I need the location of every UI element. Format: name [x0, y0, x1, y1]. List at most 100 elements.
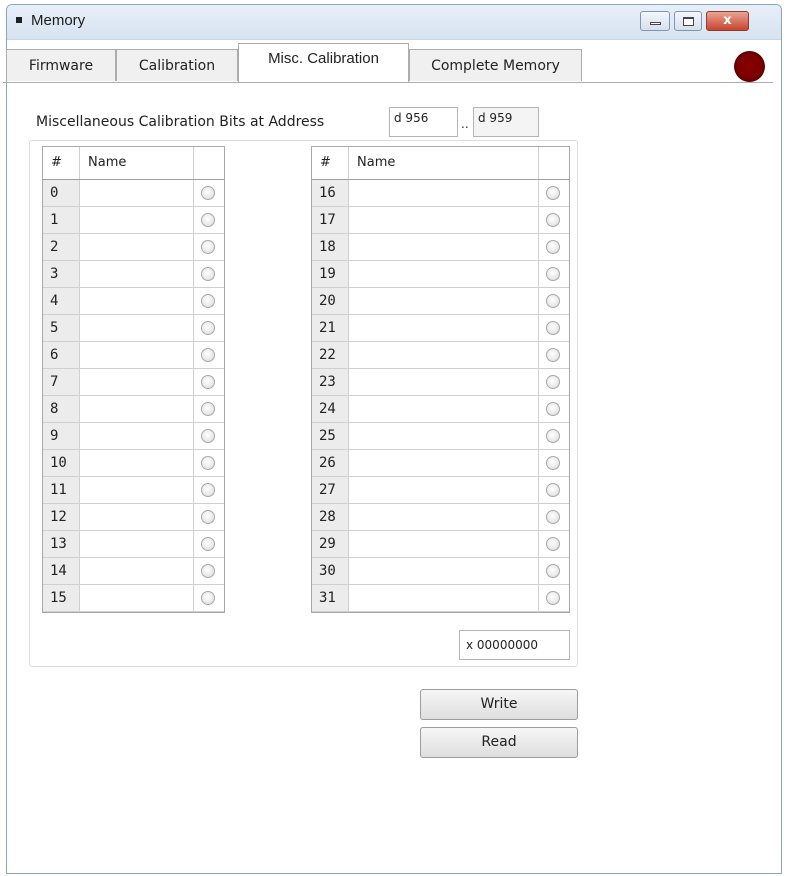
bit-radio[interactable] — [201, 591, 215, 605]
bit-radio[interactable] — [546, 483, 560, 497]
bit-radio[interactable] — [201, 294, 215, 308]
bit-row: 20 — [312, 288, 569, 315]
bit-row: 12 — [43, 504, 224, 531]
bit-value-cell — [539, 315, 569, 341]
bit-number: 13 — [43, 531, 80, 557]
tab-firmware[interactable]: Firmware — [6, 49, 116, 81]
bit-name-cell[interactable] — [349, 504, 539, 530]
bit-name-cell[interactable] — [80, 531, 194, 557]
minimize-button[interactable] — [640, 11, 670, 31]
bit-name-cell[interactable] — [80, 180, 194, 206]
bit-name-cell[interactable] — [349, 531, 539, 557]
bit-row: 14 — [43, 558, 224, 585]
bit-radio[interactable] — [201, 483, 215, 497]
bit-radio[interactable] — [546, 213, 560, 227]
bit-radio[interactable] — [546, 240, 560, 254]
bit-row: 23 — [312, 369, 569, 396]
tab-calibration[interactable]: Calibration — [116, 49, 238, 81]
bit-name-cell[interactable] — [80, 234, 194, 260]
bit-name-cell[interactable] — [80, 585, 194, 611]
bit-name-cell[interactable] — [349, 315, 539, 341]
tab-misc-calibration[interactable]: Misc. Calibration — [238, 43, 409, 82]
bit-name-cell[interactable] — [80, 558, 194, 584]
bit-radio[interactable] — [546, 591, 560, 605]
bit-radio[interactable] — [201, 429, 215, 443]
bit-name-cell[interactable] — [80, 369, 194, 395]
bit-value-cell — [194, 369, 224, 395]
write-button[interactable]: Write — [420, 689, 578, 720]
bit-name-cell[interactable] — [349, 558, 539, 584]
bit-row: 4 — [43, 288, 224, 315]
bit-name-cell[interactable] — [349, 288, 539, 314]
bit-radio[interactable] — [546, 375, 560, 389]
bit-radio[interactable] — [546, 348, 560, 362]
bit-name-cell[interactable] — [349, 450, 539, 476]
bit-name-cell[interactable] — [349, 207, 539, 233]
bit-value-cell — [539, 531, 569, 557]
header-name[interactable]: Name — [80, 147, 194, 179]
bit-name-cell[interactable] — [349, 369, 539, 395]
bit-radio[interactable] — [546, 186, 560, 200]
bit-name-cell[interactable] — [349, 180, 539, 206]
bit-radio[interactable] — [546, 267, 560, 281]
bit-radio[interactable] — [546, 402, 560, 416]
bit-radio[interactable] — [201, 375, 215, 389]
bit-radio[interactable] — [201, 348, 215, 362]
tab-complete-memory[interactable]: Complete Memory — [409, 49, 582, 81]
bit-name-cell[interactable] — [80, 477, 194, 503]
bit-name-cell[interactable] — [349, 477, 539, 503]
bit-radio[interactable] — [201, 321, 215, 335]
bit-number: 3 — [43, 261, 80, 287]
close-button[interactable]: x — [706, 11, 749, 31]
bit-radio[interactable] — [201, 564, 215, 578]
bit-radio[interactable] — [201, 240, 215, 254]
maximize-button[interactable] — [674, 11, 702, 31]
status-indicator — [734, 51, 765, 82]
bit-name-cell[interactable] — [80, 450, 194, 476]
title-bar[interactable]: Memory x — [7, 5, 781, 40]
bit-name-cell[interactable] — [80, 261, 194, 287]
bit-row: 13 — [43, 531, 224, 558]
bit-name-cell[interactable] — [349, 423, 539, 449]
read-button[interactable]: Read — [420, 727, 578, 758]
bit-name-cell[interactable] — [80, 315, 194, 341]
bit-number: 15 — [43, 585, 80, 611]
bit-radio[interactable] — [546, 564, 560, 578]
window-title: Memory — [31, 12, 86, 29]
bit-row: 19 — [312, 261, 569, 288]
header-number[interactable]: # — [43, 147, 80, 179]
bit-radio[interactable] — [546, 321, 560, 335]
bit-number: 14 — [43, 558, 80, 584]
bit-value-cell — [194, 315, 224, 341]
bit-radio[interactable] — [201, 456, 215, 470]
bit-radio[interactable] — [201, 510, 215, 524]
bit-radio[interactable] — [546, 510, 560, 524]
bit-name-cell[interactable] — [80, 396, 194, 422]
bit-name-cell[interactable] — [80, 288, 194, 314]
bit-radio[interactable] — [201, 267, 215, 281]
bit-name-cell[interactable] — [80, 207, 194, 233]
bit-name-cell[interactable] — [80, 504, 194, 530]
header-number[interactable]: # — [312, 147, 349, 179]
bit-name-cell[interactable] — [349, 342, 539, 368]
bit-number: 17 — [312, 207, 349, 233]
bit-name-cell[interactable] — [349, 585, 539, 611]
bit-name-cell[interactable] — [80, 423, 194, 449]
bit-radio[interactable] — [546, 456, 560, 470]
bit-radio[interactable] — [201, 213, 215, 227]
bit-radio[interactable] — [201, 402, 215, 416]
bit-radio[interactable] — [546, 294, 560, 308]
address-from-field[interactable]: d 956 — [389, 107, 458, 137]
header-name[interactable]: Name — [349, 147, 539, 179]
bit-radio[interactable] — [546, 429, 560, 443]
bit-row: 9 — [43, 423, 224, 450]
bit-radio[interactable] — [201, 537, 215, 551]
bit-radio[interactable] — [201, 186, 215, 200]
bit-name-cell[interactable] — [349, 234, 539, 260]
bit-name-cell[interactable] — [349, 396, 539, 422]
bit-name-cell[interactable] — [80, 342, 194, 368]
bit-value-cell — [539, 261, 569, 287]
bit-radio[interactable] — [546, 537, 560, 551]
bit-name-cell[interactable] — [349, 261, 539, 287]
bit-row: 27 — [312, 477, 569, 504]
